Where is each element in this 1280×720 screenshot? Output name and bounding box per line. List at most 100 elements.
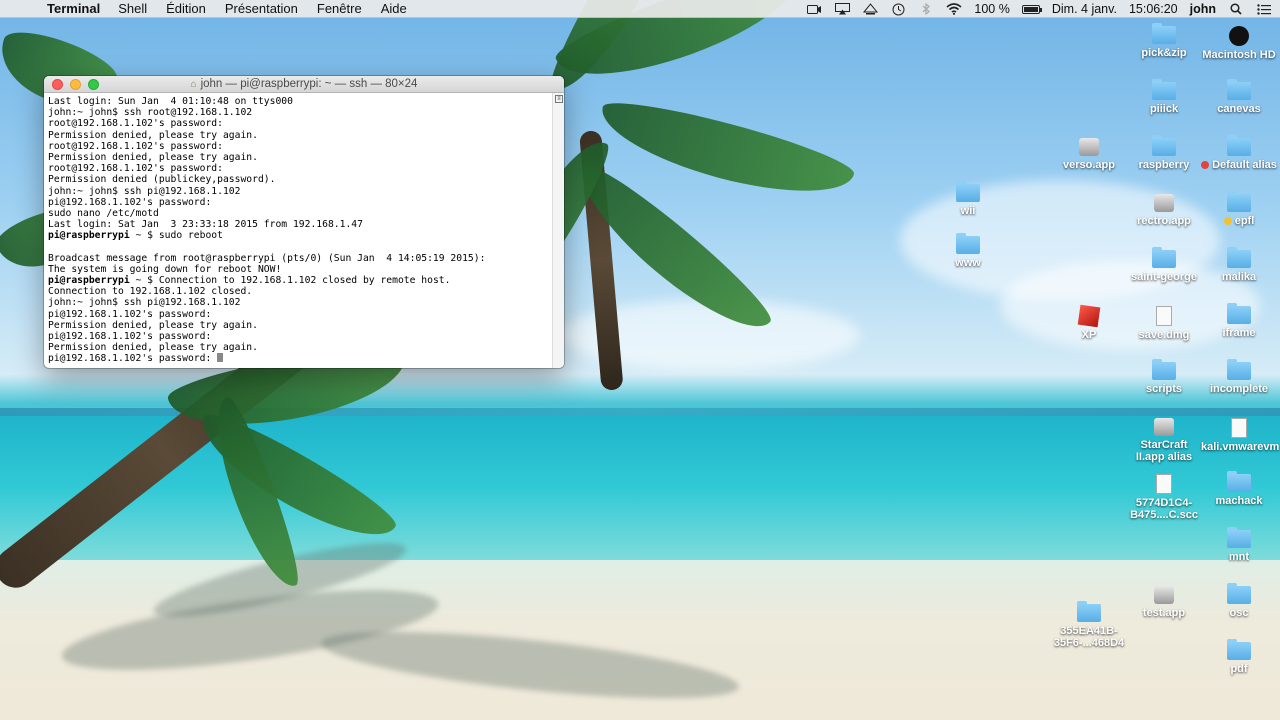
desktop-icon-pdf[interactable]: pdf (1201, 639, 1277, 675)
bluetooth-icon[interactable] (918, 3, 934, 15)
window-controls (52, 79, 106, 90)
desktop-icon-label-text: osc (1229, 607, 1249, 619)
terminal-line-text: john:~ john$ ssh root@192.168.1.102 (48, 107, 253, 119)
desktop-icon-355ea41b[interactable]: 355EA41B-35F6-...468D4 (1051, 601, 1127, 649)
desktop-icon-iframe[interactable]: iframe (1201, 303, 1277, 339)
text-cursor (217, 353, 224, 363)
desktop-icon-wii[interactable]: wii (930, 181, 1006, 217)
desktop-icon-epfl[interactable]: epfl (1201, 191, 1277, 227)
terminal-line: Permission denied, please try again. (48, 342, 548, 353)
desktop-icon-label-text: iframe (1222, 327, 1256, 339)
desktop-icon-label: save.dmg (1126, 329, 1202, 341)
user-menu[interactable]: john (1190, 2, 1216, 16)
desktop-icon-www[interactable]: www (930, 233, 1006, 269)
desktop-icon-verso-app[interactable]: verso.app (1051, 138, 1127, 171)
desktop-icon-label-text: rectro.app (1137, 215, 1191, 227)
document-icon (1156, 306, 1172, 326)
terminal-scrollbar[interactable]: ≡ (552, 93, 564, 368)
terminal-line: Permission denied, please try again. (48, 320, 548, 331)
desktop-icon-label: Macintosh HD (1201, 49, 1277, 61)
desktop-icon-machack[interactable]: machack (1201, 471, 1277, 507)
airplay-icon[interactable] (834, 3, 850, 15)
time-machine-icon[interactable] (890, 3, 906, 15)
wifi-icon[interactable] (946, 3, 962, 15)
desktop-icon-malika[interactable]: malika (1201, 247, 1277, 283)
terminal-output[interactable]: Last login: Sun Jan 4 01:10:48 on ttys00… (44, 93, 552, 368)
clock-date[interactable]: Dim. 4 janv. (1052, 2, 1117, 16)
clock-time[interactable]: 15:06:20 (1129, 2, 1178, 16)
folder-icon (1227, 303, 1251, 324)
document-icon (1231, 418, 1247, 438)
desktop-icon-rectro-app[interactable]: rectro.app (1126, 194, 1202, 227)
terminal-line-text: pi@192.168.1.102's password: (48, 196, 212, 208)
desktop-icon-kali[interactable]: kali.vmwarevm (1201, 418, 1279, 453)
menu-edition[interactable]: Édition (166, 1, 206, 16)
terminal-line-text: sudo nano /etc/motd (48, 207, 159, 219)
desktop-icon-scripts[interactable]: scripts (1126, 359, 1202, 395)
folder-icon (1227, 79, 1251, 100)
notification-center-icon[interactable] (1256, 3, 1272, 15)
desktop-icon-incomplete[interactable]: incomplete (1201, 359, 1277, 395)
battery-percent[interactable]: 100 % (974, 2, 1009, 16)
folder-icon (1227, 471, 1251, 492)
spotlight-search-icon[interactable] (1228, 3, 1244, 15)
desktop-icon-label-text: piiick (1149, 103, 1179, 115)
desktop-icon-label: saint-george (1126, 271, 1202, 283)
folder-icon (1077, 601, 1101, 622)
desktop-icon-label: malika (1201, 271, 1277, 283)
folder-icon (1227, 359, 1251, 380)
desktop-icon-piiick[interactable]: piiick (1126, 79, 1202, 115)
terminal-line: pi@raspberrypi ~ $ sudo reboot (48, 230, 548, 241)
desktop-icon-label-text: XP (1081, 329, 1097, 341)
desktop-icon-canevas[interactable]: canevas (1201, 79, 1277, 115)
terminal-line-text: Broadcast message from root@raspberrypi … (48, 252, 486, 264)
camera-icon[interactable] (806, 3, 822, 15)
display-icon[interactable] (862, 3, 878, 15)
menu-shell[interactable]: Shell (118, 1, 147, 16)
terminal-line-text: Permission denied, please try again. (48, 129, 258, 141)
menu-presentation[interactable]: Présentation (225, 1, 298, 16)
desktop-icon-mnt[interactable]: mnt (1201, 527, 1277, 563)
terminal-line: john:~ john$ ssh root@192.168.1.102 (48, 107, 548, 118)
desktop-icon-label-text: 5774D1C4-B475....C.scc (1130, 497, 1198, 521)
desktop-icon-macintosh-hd[interactable]: Macintosh HD (1201, 26, 1277, 61)
desktop-icon-scc-file[interactable]: 5774D1C4-B475....C.scc (1126, 474, 1202, 521)
desktop-icon-label-text: Default alias (1212, 159, 1277, 171)
terminal-line: pi@192.168.1.102's password: (48, 331, 548, 342)
desktop-icon-raspberry[interactable]: raspberry (1126, 135, 1202, 171)
desktop-icon-label: kali.vmwarevm (1201, 441, 1279, 453)
desktop-icon-test-app[interactable]: test.app (1126, 586, 1202, 619)
virtual-machine-icon (1077, 304, 1101, 328)
desktop-icon-starcraft[interactable]: StarCraft II.app alias (1126, 418, 1202, 463)
menu-aide[interactable]: Aide (381, 1, 407, 16)
desktop-icon-label-text: malika (1221, 271, 1257, 283)
terminal-line: Connection to 192.168.1.102 closed. (48, 286, 548, 297)
desktop-icon-label-text: machack (1215, 495, 1263, 507)
terminal-titlebar[interactable]: ⌂ john — pi@raspberrypi: ~ — ssh — 80×24 (44, 76, 564, 93)
desktop-icon-pick-zip[interactable]: pick&zip (1126, 23, 1202, 59)
scroll-split-icon[interactable]: ≡ (555, 95, 563, 103)
desktop-icon-default-alias[interactable]: Default alias (1201, 135, 1277, 171)
menu-fenetre[interactable]: Fenêtre (317, 1, 362, 16)
desktop-icon-osc[interactable]: osc (1201, 583, 1277, 619)
terminal-window[interactable]: ⌂ john — pi@raspberrypi: ~ — ssh — 80×24… (44, 76, 564, 368)
desktop-icon-label: StarCraft II.app alias (1126, 439, 1202, 463)
application-icon (1154, 194, 1174, 212)
zoom-button[interactable] (88, 79, 99, 90)
desktop-icon-label: rectro.app (1126, 215, 1202, 227)
folder-icon (1227, 247, 1251, 268)
desktop-icon-save-dmg[interactable]: save.dmg (1126, 306, 1202, 341)
close-button[interactable] (52, 79, 63, 90)
desktop-icon-label-text: save.dmg (1138, 329, 1190, 341)
terminal-line: root@192.168.1.102's password: (48, 141, 548, 152)
desktop-icon-label: osc (1201, 607, 1277, 619)
battery-icon[interactable] (1021, 4, 1042, 14)
desktop-icon-saint-george[interactable]: saint-george (1126, 247, 1202, 283)
desktop-icon-label-text: StarCraft II.app alias (1135, 439, 1193, 463)
desktop-icon-label-text: pdf (1230, 663, 1248, 675)
desktop-icon-label: verso.app (1051, 159, 1127, 171)
desktop-icon-label: raspberry (1126, 159, 1202, 171)
menu-app-terminal[interactable]: Terminal (47, 1, 100, 16)
minimize-button[interactable] (70, 79, 81, 90)
desktop-icon-xp[interactable]: XP (1051, 304, 1127, 341)
